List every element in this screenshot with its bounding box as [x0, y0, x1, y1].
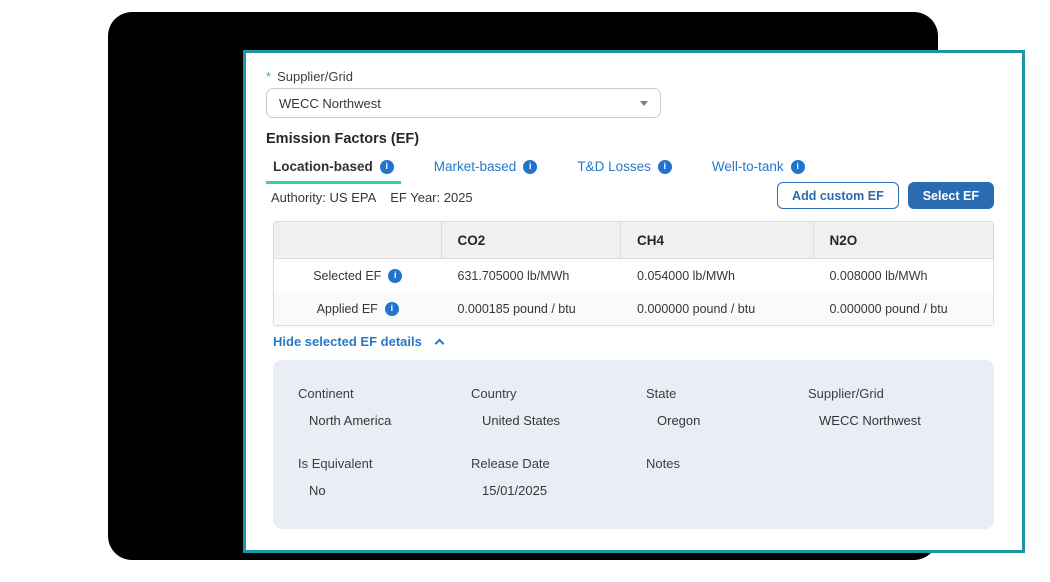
ef-table: CO2 CH4 N2O Selected EF i 631.705000 lb/…: [273, 221, 994, 326]
ef-table-header: CO2 CH4 N2O: [274, 222, 993, 259]
detail-continent: Continent North America: [298, 386, 471, 428]
hide-ef-details-label: Hide selected EF details: [273, 334, 422, 349]
info-icon[interactable]: i: [791, 160, 805, 174]
ef-year-text: EF Year: 2025: [390, 190, 472, 205]
ef-table-header-co2: CO2: [442, 222, 622, 258]
applied-ef-n2o-value: 0.000000 pound / btu: [813, 292, 993, 325]
applied-ef-row-label: Applied EF i: [274, 292, 442, 325]
tab-well-to-tank[interactable]: Well-to-tank i: [705, 157, 812, 183]
select-ef-button[interactable]: Select EF: [908, 182, 994, 209]
ef-table-header-empty: [274, 222, 442, 258]
authority-line: Authority: US EPA EF Year: 2025: [271, 190, 487, 205]
detail-release-date-label: Release Date: [471, 456, 646, 471]
detail-notes: Notes: [646, 456, 808, 498]
tab-market-based-label: Market-based: [434, 159, 517, 174]
supplier-grid-label-text: Supplier/Grid: [277, 69, 353, 84]
detail-supplier-grid: Supplier/Grid WECC Northwest: [808, 386, 994, 428]
ef-table-header-n2o: N2O: [814, 222, 994, 258]
detail-country: Country United States: [471, 386, 646, 428]
emission-factors-panel: * Supplier/Grid WECC Northwest Emission F…: [243, 50, 1025, 553]
detail-country-label: Country: [471, 386, 646, 401]
supplier-grid-label: * Supplier/Grid: [266, 69, 353, 84]
detail-continent-label: Continent: [298, 386, 471, 401]
ef-details-grid: Continent North America Country United S…: [298, 386, 994, 498]
detail-continent-value: North America: [298, 413, 471, 428]
ef-table-header-ch4: CH4: [621, 222, 813, 258]
detail-state-value: Oregon: [646, 413, 808, 428]
ef-details-panel: Continent North America Country United S…: [273, 360, 994, 529]
authority-text: Authority: US EPA: [271, 190, 376, 205]
required-asterisk: *: [266, 69, 271, 84]
page: * Supplier/Grid WECC Northwest Emission F…: [0, 0, 1050, 582]
tab-location-based[interactable]: Location-based i: [266, 157, 401, 184]
chevron-up-icon: [434, 338, 444, 348]
detail-state: State Oregon: [646, 386, 808, 428]
selected-ef-ch4-value: 0.054000 lb/MWh: [621, 259, 813, 292]
selected-ef-label-text: Selected EF: [313, 269, 381, 283]
table-row-selected-ef: Selected EF i 631.705000 lb/MWh 0.054000…: [274, 259, 993, 292]
info-icon[interactable]: i: [388, 269, 402, 283]
info-icon[interactable]: i: [385, 302, 399, 316]
table-row-applied-ef: Applied EF i 0.000185 pound / btu 0.0000…: [274, 292, 993, 325]
detail-notes-label: Notes: [646, 456, 808, 471]
selected-ef-co2-value: 631.705000 lb/MWh: [442, 259, 622, 292]
detail-release-date: Release Date 15/01/2025: [471, 456, 646, 498]
tab-market-based[interactable]: Market-based i: [427, 157, 545, 183]
detail-is-equivalent: Is Equivalent No: [298, 456, 471, 498]
detail-supplier-grid-label: Supplier/Grid: [808, 386, 994, 401]
detail-supplier-grid-value: WECC Northwest: [808, 413, 994, 428]
applied-ef-co2-value: 0.000185 pound / btu: [442, 292, 622, 325]
detail-country-value: United States: [471, 413, 646, 428]
info-icon[interactable]: i: [523, 160, 537, 174]
section-title: Emission Factors (EF): [266, 131, 419, 147]
detail-is-equivalent-value: No: [298, 483, 471, 498]
window-frame: * Supplier/Grid WECC Northwest Emission F…: [108, 12, 938, 560]
caret-down-icon: [640, 101, 648, 106]
applied-ef-label-text: Applied EF: [317, 302, 378, 316]
tab-location-based-label: Location-based: [273, 159, 373, 174]
tab-td-losses-label: T&D Losses: [577, 159, 651, 174]
info-icon[interactable]: i: [658, 160, 672, 174]
add-custom-ef-button[interactable]: Add custom EF: [777, 182, 899, 209]
supplier-grid-select[interactable]: WECC Northwest: [266, 88, 661, 118]
detail-is-equivalent-label: Is Equivalent: [298, 456, 471, 471]
applied-ef-ch4-value: 0.000000 pound / btu: [621, 292, 813, 325]
selected-ef-row-label: Selected EF i: [274, 259, 442, 292]
supplier-grid-selected-value: WECC Northwest: [279, 96, 640, 111]
selected-ef-n2o-value: 0.008000 lb/MWh: [813, 259, 993, 292]
detail-release-date-value: 15/01/2025: [471, 483, 646, 498]
tab-td-losses[interactable]: T&D Losses i: [570, 157, 679, 183]
info-icon[interactable]: i: [380, 160, 394, 174]
tab-well-to-tank-label: Well-to-tank: [712, 159, 784, 174]
ef-tabs: Location-based i Market-based i T&D Loss…: [266, 157, 838, 184]
ef-actions: Add custom EF Select EF: [777, 182, 994, 209]
hide-ef-details-toggle[interactable]: Hide selected EF details: [273, 334, 443, 349]
detail-state-label: State: [646, 386, 808, 401]
